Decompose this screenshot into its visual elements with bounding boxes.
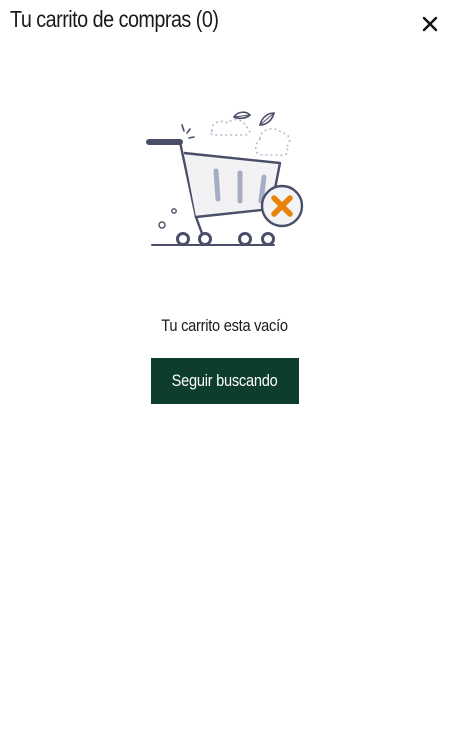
close-button[interactable]: [418, 12, 442, 36]
x-icon: [260, 184, 304, 228]
cart-title: Tu carrito de compras (0): [10, 6, 219, 32]
empty-cart-message: Tu carrito esta vacío: [161, 316, 289, 335]
close-icon: [422, 16, 438, 32]
continue-shopping-button[interactable]: Seguir buscando: [151, 358, 299, 404]
cart-drawer: Tu carrito de compras (0) Tu carrito est…: [0, 0, 450, 755]
empty-cart-icon: [146, 111, 304, 246]
cart-header: Tu carrito de compras (0): [0, 0, 450, 48]
